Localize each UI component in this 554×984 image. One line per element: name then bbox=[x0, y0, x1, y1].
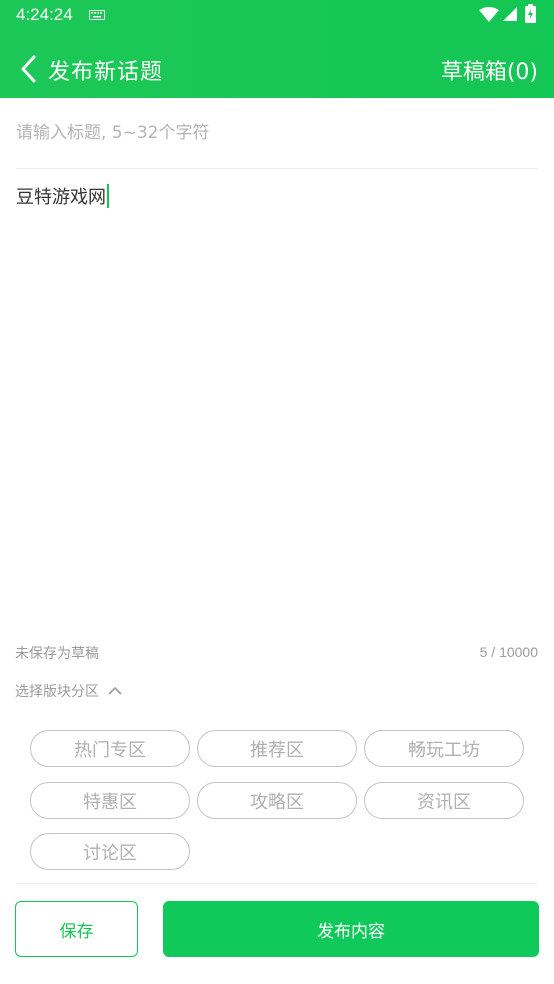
chevron-up-icon bbox=[108, 686, 122, 695]
section-chip-deals[interactable]: 特惠区 bbox=[30, 782, 190, 819]
signal-icon bbox=[503, 7, 517, 21]
divider bbox=[16, 883, 538, 884]
title-input[interactable] bbox=[0, 98, 554, 168]
drafts-button[interactable]: 草稿箱(0) bbox=[441, 54, 538, 86]
text-cursor bbox=[107, 184, 109, 208]
section-chip-recommended[interactable]: 推荐区 bbox=[197, 730, 357, 767]
section-chip-news[interactable]: 资讯区 bbox=[364, 782, 524, 819]
section-chip-label: 攻略区 bbox=[250, 791, 304, 813]
section-chip-label: 推荐区 bbox=[250, 739, 304, 761]
section-selector-toggle[interactable]: 选择版块分区 bbox=[15, 681, 122, 701]
content-editor[interactable]: 豆特游戏网 bbox=[16, 184, 538, 624]
keyboard-icon bbox=[89, 10, 105, 20]
section-chip-workshop[interactable]: 畅玩工坊 bbox=[364, 730, 524, 767]
section-selector-label: 选择版块分区 bbox=[15, 684, 99, 700]
section-chip-label: 畅玩工坊 bbox=[408, 739, 480, 761]
status-bar: 4:24:24 bbox=[0, 0, 554, 30]
section-chip-label: 热门专区 bbox=[74, 739, 146, 761]
publish-button-label: 发布内容 bbox=[317, 921, 385, 942]
app-header: 4:24:24 发布新话题 草稿箱(0) bbox=[0, 0, 554, 98]
publish-button[interactable]: 发布内容 bbox=[163, 901, 539, 957]
battery-charging-icon bbox=[525, 4, 536, 23]
wifi-icon bbox=[479, 7, 499, 22]
save-button[interactable]: 保存 bbox=[15, 901, 138, 957]
section-chip-discussion[interactable]: 讨论区 bbox=[30, 833, 190, 870]
section-chip-guides[interactable]: 攻略区 bbox=[197, 782, 357, 819]
status-time: 4:24:24 bbox=[16, 5, 73, 24]
section-chip-label: 资讯区 bbox=[417, 791, 471, 813]
back-button[interactable] bbox=[14, 52, 42, 86]
page-title: 发布新话题 bbox=[48, 60, 164, 85]
section-chip-hot[interactable]: 热门专区 bbox=[30, 730, 190, 767]
save-button-label: 保存 bbox=[59, 921, 94, 942]
content-text: 豆特游戏网 bbox=[16, 187, 106, 208]
char-count: 5 / 10000 bbox=[479, 644, 538, 660]
section-chip-label: 讨论区 bbox=[83, 842, 137, 864]
divider bbox=[16, 168, 538, 169]
section-chip-label: 特惠区 bbox=[83, 791, 137, 813]
chevron-left-icon bbox=[21, 55, 36, 83]
draft-status: 未保存为草稿 bbox=[15, 646, 99, 662]
